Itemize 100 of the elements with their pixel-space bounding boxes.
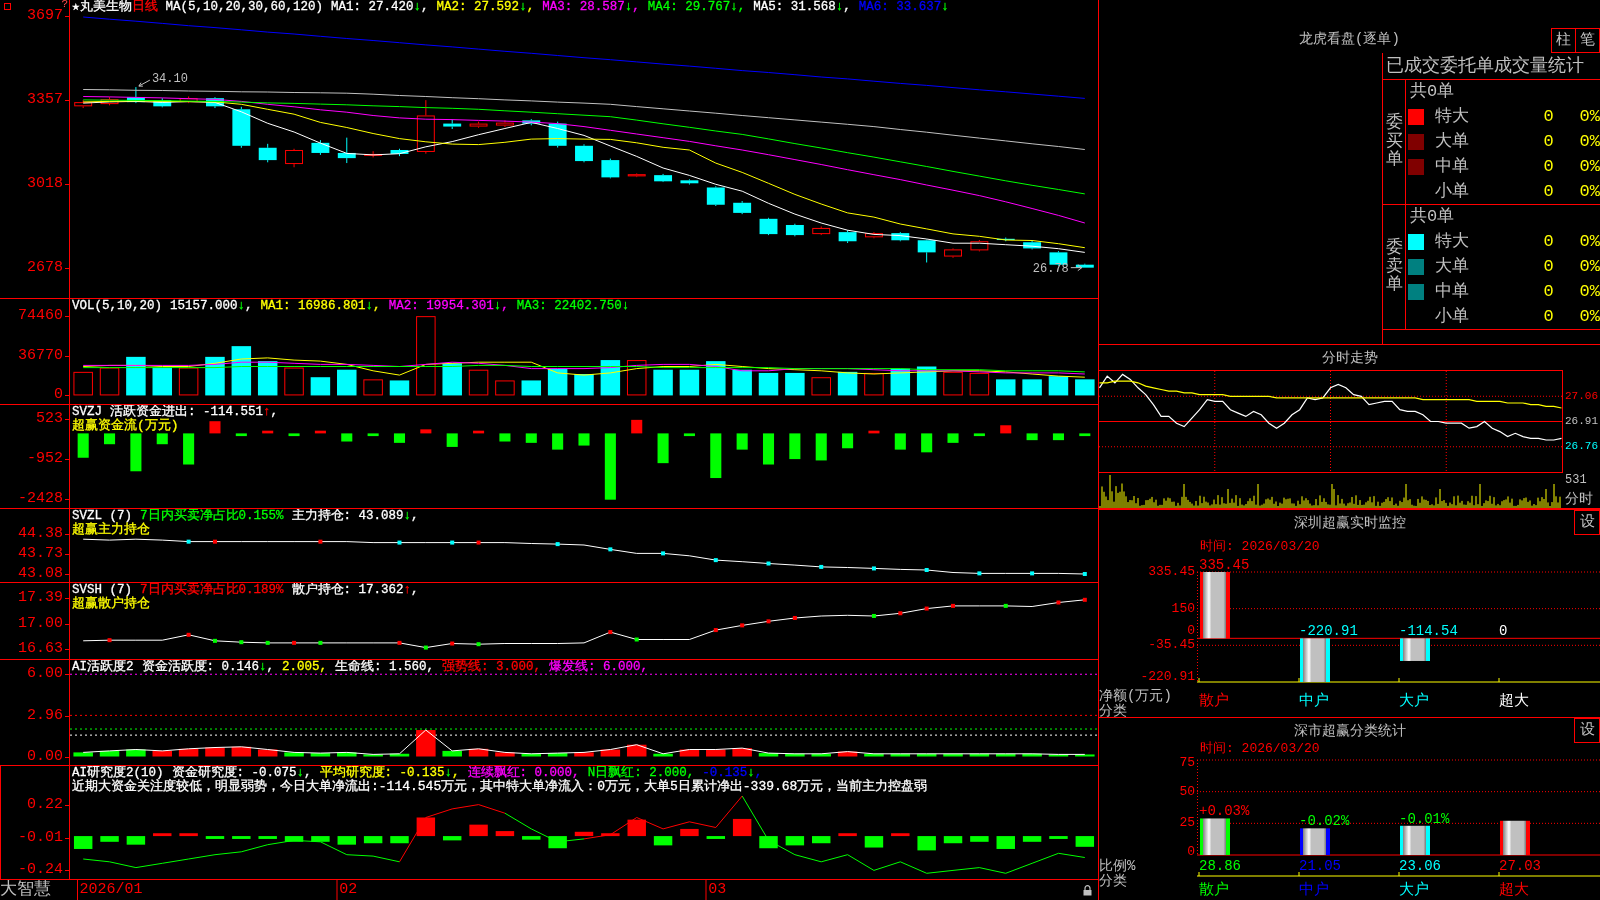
date-label: 2026/01 <box>76 880 143 900</box>
axis-tick-label: 0.00 <box>27 749 69 764</box>
order-share: 0% <box>1579 107 1600 128</box>
value-label: 21.05 <box>1299 858 1341 874</box>
legend-item: SVZJ <box>72 405 102 419</box>
time-label: 时间: 2026/03/20 <box>1200 742 1320 756</box>
legend-item: 资金研究度: -0.075↓, <box>171 766 312 780</box>
legend-item: 活跃资金进出: -114.551↑, <box>110 405 279 419</box>
axis-tick-label: 3357 <box>27 93 69 108</box>
order-share: 0% <box>1579 181 1600 202</box>
axis-tick-label: -0.01 <box>18 830 69 845</box>
axis-tick-label: -35.45 <box>1148 638 1195 653</box>
axis-tick-label: 335.45 <box>1148 565 1195 579</box>
legend-item: 7日内买卖净占比0.189% <box>140 583 284 597</box>
order-count: 0 <box>1543 132 1554 152</box>
table-header: 已成交委托单成交量统计 <box>1383 53 1600 80</box>
axis-tick-label: 6.00 <box>27 667 69 682</box>
order-size-label: 小单 <box>1435 306 1469 327</box>
axis-tick-label: 36770 <box>18 349 69 364</box>
legend-item: 连续飘红: 0.000, <box>467 766 580 780</box>
axis-tick-label: 43.08 <box>18 567 69 581</box>
legend-item: 2.005, <box>282 660 328 674</box>
legend-item: MA2: 27.592↓, <box>436 0 535 14</box>
legend-item: SVSH (7) <box>72 583 132 597</box>
order-size-label: 大单 <box>1435 132 1469 152</box>
legend-item: AI研究度2(10) <box>72 766 164 780</box>
order-share: 0% <box>1579 306 1600 327</box>
value-label: 28.86 <box>1199 858 1241 874</box>
value-label: -114.54 <box>1399 623 1458 640</box>
axis-tick-label: 0.22 <box>27 797 69 812</box>
value-label: 23.06 <box>1399 858 1441 874</box>
order-total: 共0单 <box>1410 82 1455 103</box>
legend-item: MA3: 28.587↓, <box>542 0 640 14</box>
date-label: 02 <box>336 880 358 900</box>
axis-title: 分类 <box>1099 704 1127 719</box>
axis-tick-label: 17.00 <box>18 617 69 631</box>
value-label: 0 <box>1499 623 1508 640</box>
axis-tick-label: 2.96 <box>27 708 69 723</box>
axis-tick-label: -220.91 <box>1140 670 1195 684</box>
legend-item: MA(5,10,20,30,60,120) <box>165 0 324 14</box>
panel-title: 深圳超赢实时监控 <box>1293 515 1406 531</box>
axis-tick-label: 27.06 <box>1565 389 1598 403</box>
axis-title: 比例% <box>1099 859 1136 874</box>
category-label: 大户 <box>1399 881 1429 899</box>
legend-item: 15157.000↓, <box>170 299 253 313</box>
axis-tick-label: 44.38 <box>18 527 69 542</box>
panel-title: 龙虎看盘(逐单) <box>1299 31 1400 47</box>
legend-item: VOL(5,10,20) <box>72 299 162 313</box>
order-share: 0% <box>1579 132 1600 152</box>
axis-tick-label: 50 <box>1179 784 1195 799</box>
order-count: 0 <box>1543 257 1554 277</box>
order-size-label: 大单 <box>1435 257 1469 277</box>
legend-item: 超赢散户持仓 <box>72 597 150 611</box>
order-share: 0% <box>1579 281 1600 302</box>
axis-tick-label: 523 <box>36 412 69 427</box>
date-label: 03 <box>705 880 727 900</box>
order-share: 0% <box>1579 257 1600 277</box>
legend-item: 强势线: 3.000, <box>442 660 542 674</box>
change-label: -0.02% <box>1299 813 1350 830</box>
order-size-label: 小单 <box>1435 181 1469 202</box>
price-label: 26.78 <box>1032 261 1069 276</box>
axis-tick-label: 2678 <box>27 260 69 275</box>
legend-item: MA5: 31.568↓, <box>753 0 851 14</box>
category-label: 散户 <box>1199 693 1229 710</box>
value-label: 27.03 <box>1499 858 1541 874</box>
order-count: 0 <box>1543 156 1554 177</box>
axis-tick-label: 43.73 <box>18 547 69 562</box>
category-label: 中户 <box>1299 693 1329 710</box>
legend-item: MA1: 16986.801↓, <box>260 299 381 313</box>
legend-item: SVZL (7) <box>72 509 132 523</box>
legend-item: 超赢主力持仓 <box>72 523 150 537</box>
max-volume-label: 531 <box>1565 474 1588 487</box>
axis-tick-label: 150 <box>1171 601 1195 616</box>
axis-tick-label: 26.91 <box>1565 415 1598 428</box>
legend-item: ★丸美生物 <box>72 0 132 14</box>
change-label: +0.03% <box>1199 803 1250 820</box>
legend-item: MA2: 19954.301↓, <box>388 299 509 313</box>
axis-tick-label: -952 <box>27 452 69 467</box>
axis-tick-label: 16.63 <box>18 641 69 656</box>
legend-item: 主力持仓: 43.089↓, <box>291 509 419 523</box>
legend-item: MA3: 22402.750↓ <box>516 299 630 313</box>
axis-tick-label: 3697 <box>27 9 69 24</box>
axis-title: 分类 <box>1099 874 1127 889</box>
axis-tick-label: 74460 <box>18 308 69 323</box>
axis-tick-label: 26.76 <box>1565 440 1598 454</box>
order-share: 0% <box>1579 156 1600 177</box>
legend-item: -0.135↓, <box>702 766 763 780</box>
volume-axis-label: 分时 <box>1565 491 1594 507</box>
axis-title: 净额(万元) <box>1099 689 1172 704</box>
group-label: 委卖单 <box>1385 238 1403 296</box>
axis-tick-label: 17.39 <box>18 590 69 605</box>
price-label: 34.10 <box>151 72 188 87</box>
order-size-label: 特大 <box>1435 107 1469 128</box>
category-label: 散户 <box>1199 881 1229 899</box>
axis-tick-label: 75 <box>1179 756 1195 770</box>
axis-tick-label: 0 <box>54 388 69 403</box>
legend-item: 生命线: 1.560, <box>335 660 435 674</box>
brand-label: 大智慧 <box>0 880 51 900</box>
legend-item: N日飘红: 2.000, <box>587 766 695 780</box>
order-total: 共0单 <box>1410 207 1455 228</box>
